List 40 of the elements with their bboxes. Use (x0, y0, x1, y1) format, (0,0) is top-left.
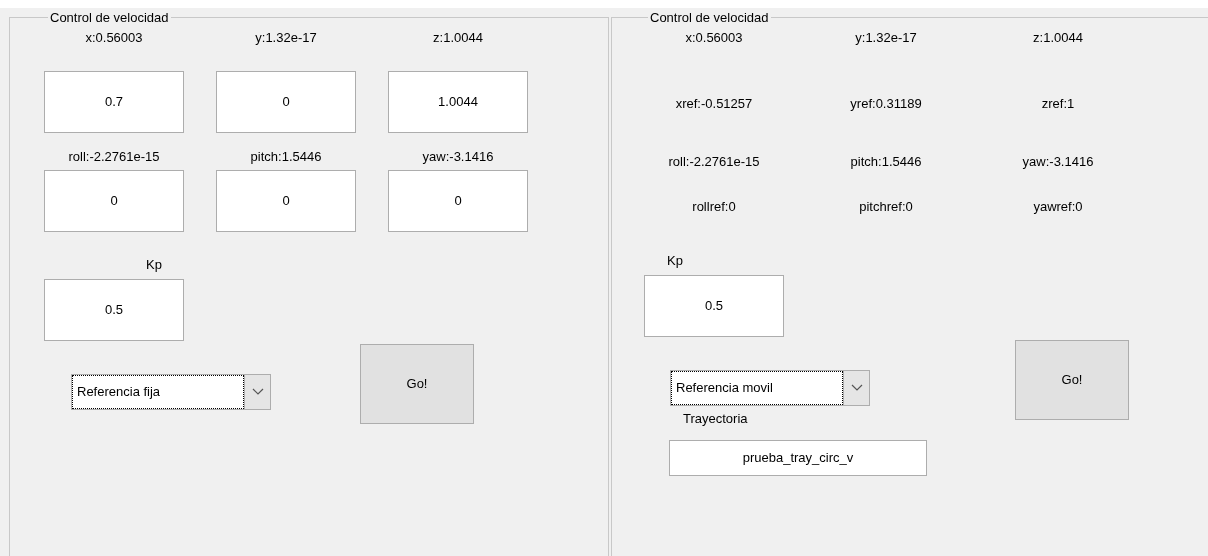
readout-label: yref:0.31189 (849, 94, 923, 112)
readout-label: roll:-2.2761e-15 (667, 152, 761, 170)
value-label: y:1.32e-17 (254, 28, 318, 46)
value-label: yaw:-3.1416 (421, 147, 495, 165)
value-label: pitch:1.5446 (249, 147, 323, 165)
input-field[interactable]: 1.0044 (388, 70, 528, 133)
input-field[interactable]: 0 (388, 169, 528, 232)
chevron-down-icon (850, 383, 863, 392)
dropdown-value: Referencia movil (672, 371, 842, 404)
readout-label: xref:-0.51257 (674, 94, 754, 112)
value-label: z:1.0044 (432, 28, 484, 46)
readout-label: yawref:0 (1032, 197, 1084, 215)
readout-label: y:1.32e-17 (854, 28, 918, 46)
gain-label: Kp (146, 255, 163, 273)
chevron-down-icon (251, 387, 264, 396)
readout-label: pitchref:0 (858, 197, 914, 215)
input-field[interactable]: 0.5 (44, 278, 184, 341)
input-field[interactable]: 0 (216, 169, 356, 232)
input-field[interactable]: 0 (44, 169, 184, 232)
value-label: x:0.56003 (84, 28, 144, 46)
input-field[interactable]: 0 (216, 70, 356, 133)
mode-dropdown[interactable]: Referencia movil (670, 369, 870, 406)
readout-label: x:0.56003 (684, 28, 744, 46)
mode-dropdown[interactable]: Referencia fija (71, 373, 271, 410)
readout-label: rollref:0 (691, 197, 737, 215)
input-field[interactable]: 0.5 (644, 274, 784, 337)
trajectory-label: Trayectoria (683, 409, 749, 427)
trajectory-field[interactable]: prueba_tray_circ_v (669, 439, 927, 476)
readout-label: pitch:1.5446 (849, 152, 923, 170)
go-button[interactable]: Go! (360, 343, 474, 424)
readout-label: zref:1 (1040, 94, 1076, 112)
value-label: roll:-2.2761e-15 (67, 147, 161, 165)
gain-label: Kp (667, 251, 684, 269)
readout-label: yaw:-3.1416 (1021, 152, 1095, 170)
readout-label: z:1.0044 (1032, 28, 1084, 46)
dropdown-value: Referencia fija (73, 375, 243, 408)
go-button[interactable]: Go! (1015, 339, 1129, 420)
group-title: Control de velocidad (49, 9, 170, 27)
group-title: Control de velocidad (649, 9, 770, 27)
input-field[interactable]: 0.7 (44, 70, 184, 133)
